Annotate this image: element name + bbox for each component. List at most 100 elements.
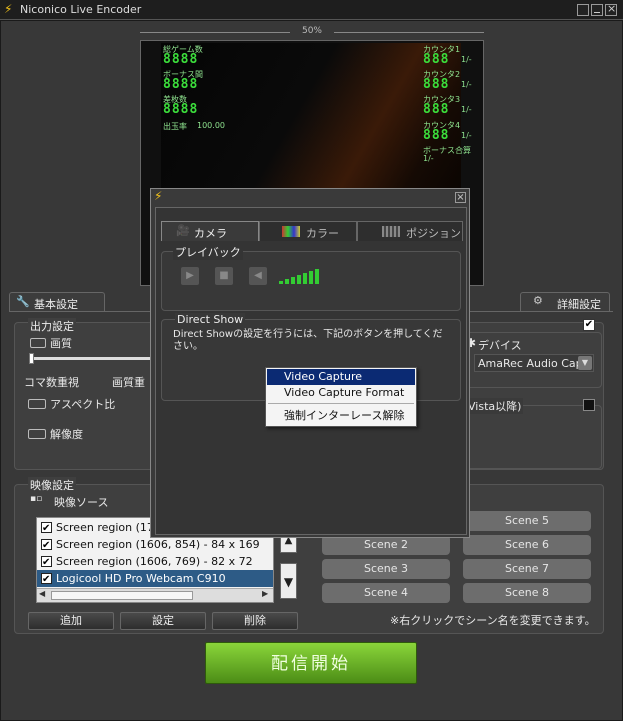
audio-device-select[interactable]: AmaRec Audio Cap ▼: [474, 354, 594, 372]
start-broadcast-button[interactable]: 配信開始: [205, 642, 417, 684]
color-palette-icon: [282, 226, 300, 237]
audio-device-value: AmaRec Audio Cap: [478, 357, 583, 370]
slider-right-label: 画質重: [112, 376, 145, 389]
tab-color[interactable]: カラー: [259, 221, 357, 241]
tab-basic-settings[interactable]: 🔧 基本設定: [9, 292, 105, 312]
resolution-icon: [28, 429, 46, 439]
tab-basic-label: 基本設定: [34, 298, 78, 311]
camera-settings-dialog: ⚡ × 🎥 カメラ カラー ポジション プレイバック ▶ ■ ◀ Direct …: [150, 188, 470, 538]
menu-item-force-deinterlace[interactable]: 強制インターレース解除: [267, 408, 415, 424]
scene-button[interactable]: Scene 7: [463, 559, 591, 579]
camera-icon: 🎥: [176, 224, 190, 237]
window-title: Niconico Live Encoder: [20, 3, 142, 16]
aspect-ratio-label: アスペクト比: [50, 398, 116, 411]
source-label: Screen region (1606, 769) - 82 x 72: [56, 555, 253, 568]
menu-item-video-capture-format[interactable]: Video Capture Format: [267, 385, 415, 401]
menu-separator: [268, 403, 414, 404]
resolution-label: 解像度: [50, 428, 83, 441]
stop-button[interactable]: ■: [215, 267, 233, 285]
preview-value: 888: [423, 52, 450, 67]
preview-suffix: 1/-: [461, 55, 472, 64]
list-item[interactable]: Screen region (1606, 769) - 82 x 72: [37, 553, 273, 570]
quality-slider[interactable]: [30, 357, 158, 360]
preview-value: 888: [423, 102, 450, 117]
preview-label: 出玉率: [163, 122, 187, 131]
audio-enable-checkbox[interactable]: ✔: [583, 319, 595, 331]
aspect-ratio-icon: [28, 399, 46, 409]
list-item[interactable]: Screen region (1606, 854) - 84 x 169: [37, 536, 273, 553]
scrollbar-thumb[interactable]: [51, 591, 193, 600]
tab-position-label: ポジション: [406, 227, 461, 240]
minimize-button[interactable]: [591, 4, 603, 16]
quality-label: 画質: [50, 337, 72, 350]
scene-button[interactable]: Scene 5: [463, 511, 591, 531]
output-settings-title: 出力設定: [28, 318, 76, 334]
playback-title: プレイバック: [173, 244, 243, 260]
preview-value: 100.00: [197, 121, 225, 130]
source-checkbox[interactable]: [41, 537, 52, 553]
source-checkbox[interactable]: [41, 520, 52, 536]
vista-label: Vista以降): [466, 398, 524, 414]
chevron-down-icon[interactable]: ▼: [578, 356, 592, 370]
menu-item-video-capture[interactable]: Video Capture: [267, 369, 415, 385]
mute-button[interactable]: ◀: [249, 267, 267, 285]
dialog-logo-icon: ⚡: [154, 189, 163, 203]
scroll-right-icon[interactable]: ▶: [262, 589, 268, 598]
video-settings-title: 映像設定: [28, 477, 76, 493]
quality-slider-thumb[interactable]: [29, 353, 34, 364]
source-label: Logicool HD Pro Webcam C910: [56, 572, 226, 585]
zoom-indicator: 50%: [140, 26, 484, 38]
menu-window-button[interactable]: [577, 4, 589, 16]
wrench-icon: 🔧: [16, 295, 30, 308]
audio-option-panel: [466, 405, 602, 469]
scene-button[interactable]: Scene 6: [463, 535, 591, 555]
scene-button[interactable]: Scene 2: [322, 535, 450, 555]
volume-meter[interactable]: [277, 266, 325, 286]
direct-show-title: Direct Show: [175, 313, 246, 326]
context-menu: Video Capture Video Capture Format 強制インタ…: [265, 367, 417, 427]
source-label: Screen region (170: [56, 521, 161, 534]
direct-show-description: Direct Showの設定を行うには、下記のボタンを押してください。: [173, 329, 443, 352]
tab-camera[interactable]: 🎥 カメラ: [161, 221, 259, 241]
title-bar: ⚡ Niconico Live Encoder ×: [0, 0, 623, 20]
play-button[interactable]: ▶: [181, 267, 199, 285]
quality-icon: [30, 338, 46, 348]
tab-camera-label: カメラ: [194, 227, 227, 240]
video-source-icon: ▪▫: [30, 494, 43, 504]
zoom-label: 50%: [301, 26, 322, 36]
add-source-button[interactable]: 追加: [28, 612, 114, 630]
source-checkbox[interactable]: [41, 571, 52, 587]
dialog-close-button[interactable]: ×: [455, 192, 466, 203]
preview-value: 8888: [163, 77, 199, 92]
video-source-label: 映像ソース: [54, 496, 109, 509]
source-checkbox[interactable]: [41, 554, 52, 570]
preview-value: 8888: [163, 102, 199, 117]
move-down-button[interactable]: ▼: [280, 563, 297, 599]
scroll-left-icon[interactable]: ◀: [39, 589, 45, 598]
list-item-selected[interactable]: Logicool HD Pro Webcam C910: [37, 570, 273, 587]
audio-device-label: デバイス: [478, 339, 522, 352]
vista-checkbox[interactable]: [583, 399, 595, 411]
tab-advanced-settings[interactable]: ⚙ 詳細設定: [520, 292, 610, 312]
close-button[interactable]: ×: [605, 2, 617, 16]
scene-button[interactable]: Scene 8: [463, 583, 591, 603]
scene-button[interactable]: Scene 3: [322, 559, 450, 579]
tab-advanced-label: 詳細設定: [557, 298, 601, 311]
horizontal-scrollbar[interactable]: ◀ ▶: [37, 588, 273, 602]
preview-suffix: 1/-: [461, 105, 472, 114]
preview-value: 8888: [163, 52, 199, 67]
preview-value: 888: [423, 77, 450, 92]
tab-position[interactable]: ポジション: [357, 221, 463, 241]
source-settings-button[interactable]: 設定: [120, 612, 206, 630]
preview-suffix: 1/-: [461, 131, 472, 140]
position-grid-icon: [382, 226, 400, 237]
scene-button[interactable]: Scene 4: [322, 583, 450, 603]
app-logo-icon: ⚡: [4, 2, 13, 16]
tab-color-label: カラー: [306, 227, 339, 240]
preview-suffix: 1/-: [461, 80, 472, 89]
preview-suffix: 1/-: [423, 154, 434, 163]
delete-source-button[interactable]: 削除: [212, 612, 298, 630]
source-label: Screen region (1606, 854) - 84 x 169: [56, 538, 260, 551]
preview-value: 888: [423, 128, 450, 143]
slider-left-label: コマ数重視: [24, 376, 79, 389]
